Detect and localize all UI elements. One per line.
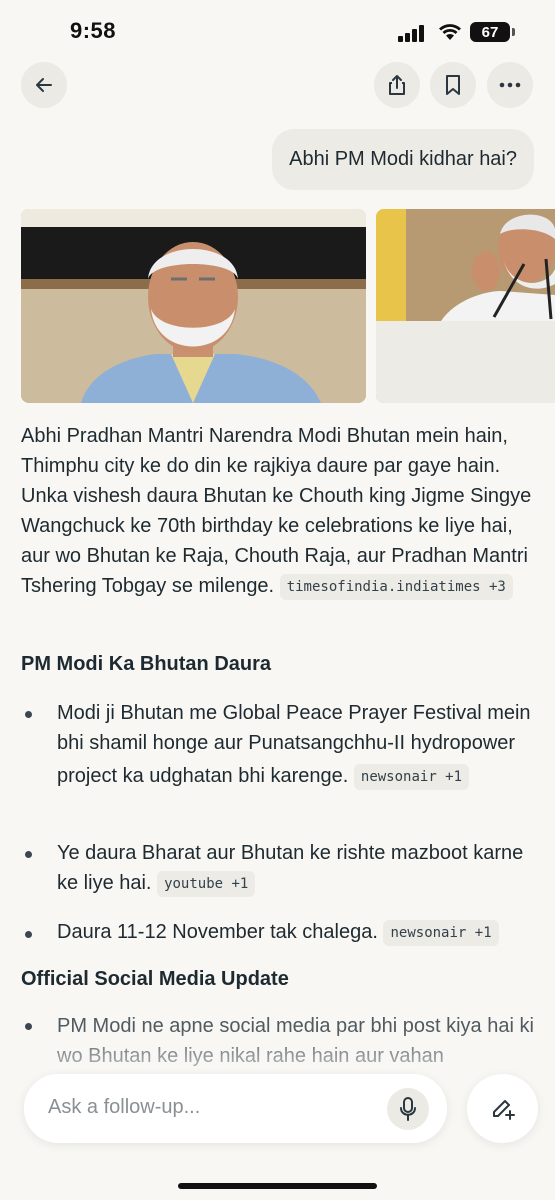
answer-text: Abhi Pradhan Mantri Narendra Modi Bhutan…	[21, 425, 532, 597]
share-icon	[389, 75, 405, 95]
section-heading-bhutan-daura: PM Modi Ka Bhutan Daura	[21, 653, 272, 675]
bullet-dot	[25, 1023, 32, 1030]
list-item: Modi ji Bhutan me Global Peace Prayer Fe…	[57, 698, 537, 791]
list-item-text: Ye daura Bharat aur Bhutan ke rishte maz…	[57, 842, 524, 894]
list-item-text: Daura 11-12 November tak chalega.	[57, 921, 378, 943]
battery-icon: 67	[470, 22, 510, 42]
bookmark-icon	[446, 75, 460, 95]
wifi-icon	[439, 24, 461, 40]
battery-level: 67	[481, 23, 499, 41]
source-chip[interactable]: timesofindia.indiatimes +3	[279, 574, 513, 600]
more-horizontal-icon	[499, 82, 521, 88]
list-item: Ye daura Bharat aur Bhutan ke rishte maz…	[57, 838, 537, 898]
source-chip[interactable]: newsonair +1	[383, 920, 499, 946]
cellular-signal-icon	[398, 24, 428, 42]
bookmark-button[interactable]	[430, 62, 476, 108]
new-chat-button[interactable]	[467, 1074, 538, 1143]
source-chip[interactable]: youtube +1	[157, 871, 256, 897]
section-heading-social-media: Official Social Media Update	[21, 968, 289, 990]
microphone-icon	[400, 1097, 416, 1121]
bullet-dot	[25, 931, 32, 938]
status-bar: 9:58 67	[0, 0, 555, 62]
home-indicator	[178, 1183, 377, 1189]
microphone-button[interactable]	[387, 1088, 429, 1130]
answer-paragraph: Abhi Pradhan Mantri Narendra Modi Bhutan…	[21, 421, 541, 601]
bullet-dot	[25, 851, 32, 858]
status-time: 9:58	[70, 18, 117, 43]
arrow-left-icon	[36, 78, 52, 92]
bullet-dot	[25, 711, 32, 718]
back-button[interactable]	[21, 62, 67, 108]
followup-bar	[24, 1074, 447, 1143]
list-item: Daura 11-12 November tak chalega. newson…	[57, 917, 537, 947]
more-button[interactable]	[487, 62, 533, 108]
followup-input[interactable]	[48, 1096, 368, 1119]
modi-portrait-image[interactable]	[21, 209, 366, 403]
modi-speech-image[interactable]	[376, 209, 555, 403]
battery-nub	[512, 28, 515, 36]
share-button[interactable]	[374, 62, 420, 108]
source-chip[interactable]: newsonair +1	[353, 764, 470, 790]
user-query-bubble: Abhi PM Modi kidhar hai?	[272, 129, 534, 190]
new-chat-icon	[492, 1099, 515, 1120]
